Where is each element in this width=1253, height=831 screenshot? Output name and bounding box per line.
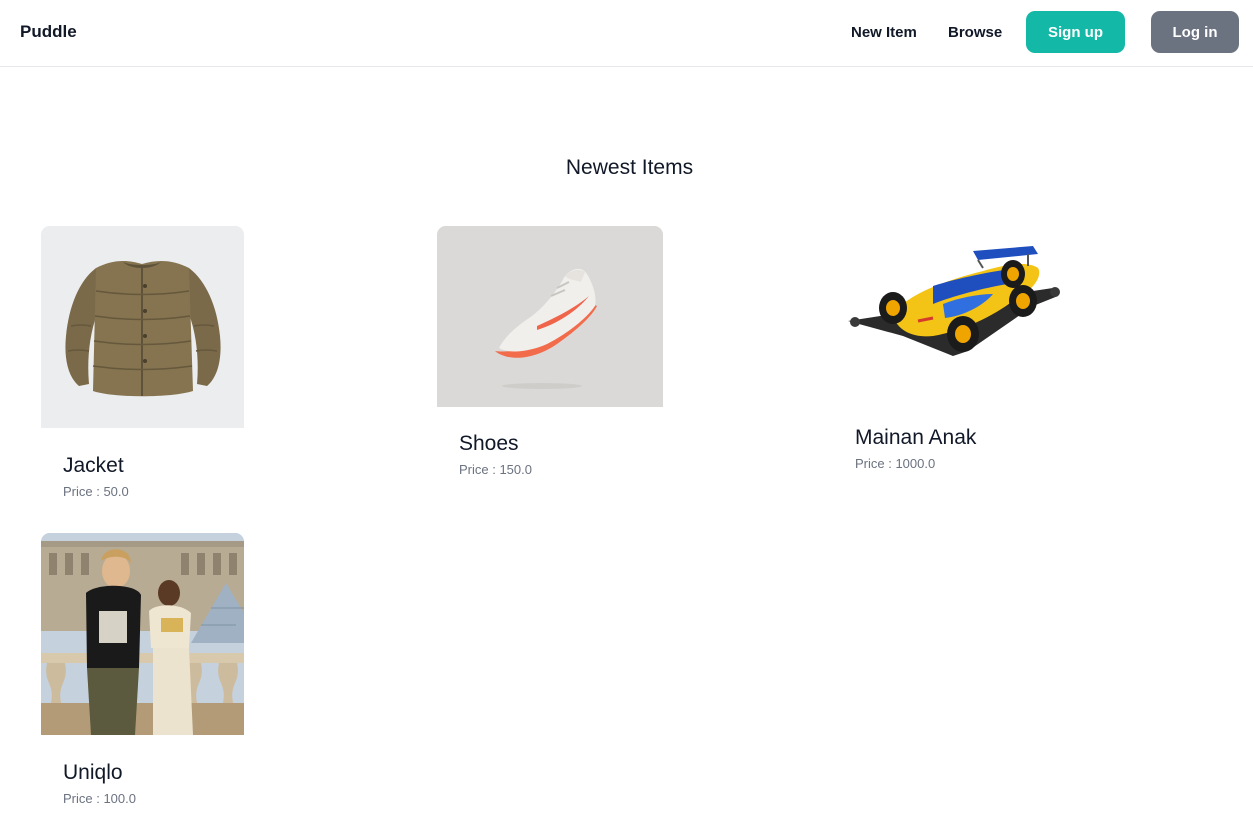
item-price: Price : 100.0 — [63, 791, 136, 806]
item-price: Price : 150.0 — [459, 462, 532, 477]
item-price: Price : 1000.0 — [855, 456, 936, 471]
item-image-uniqlo — [41, 533, 244, 735]
item-name: Uniqlo — [63, 761, 123, 784]
item-card-mainan-anak[interactable]: Mainan Anak Price : 1000.0 — [833, 226, 1073, 476]
nav-new-item-link[interactable]: New Item — [851, 24, 917, 41]
signup-button[interactable]: Sign up — [1026, 11, 1125, 53]
navbar: Puddle New Item Browse Sign up Log in — [0, 0, 1253, 67]
nav-browse-link[interactable]: Browse — [948, 24, 1002, 41]
newest-items-title: Newest Items — [565, 156, 694, 179]
item-card-uniqlo[interactable]: Uniqlo Price : 100.0 — [41, 533, 244, 818]
item-card-jacket[interactable]: Jacket Price : 50.0 — [41, 226, 244, 506]
item-image-jacket — [41, 226, 244, 428]
item-image-shoes — [437, 226, 663, 407]
item-card-shoes[interactable]: Shoes Price : 150.0 — [437, 226, 663, 482]
brand-logo[interactable]: Puddle — [20, 22, 77, 42]
item-name: Jacket — [63, 454, 124, 477]
login-button[interactable]: Log in — [1151, 11, 1239, 53]
item-price: Price : 50.0 — [63, 484, 129, 499]
item-image-mainan-anak — [833, 226, 1073, 402]
item-name: Mainan Anak — [855, 426, 977, 449]
item-name: Shoes — [459, 432, 519, 455]
